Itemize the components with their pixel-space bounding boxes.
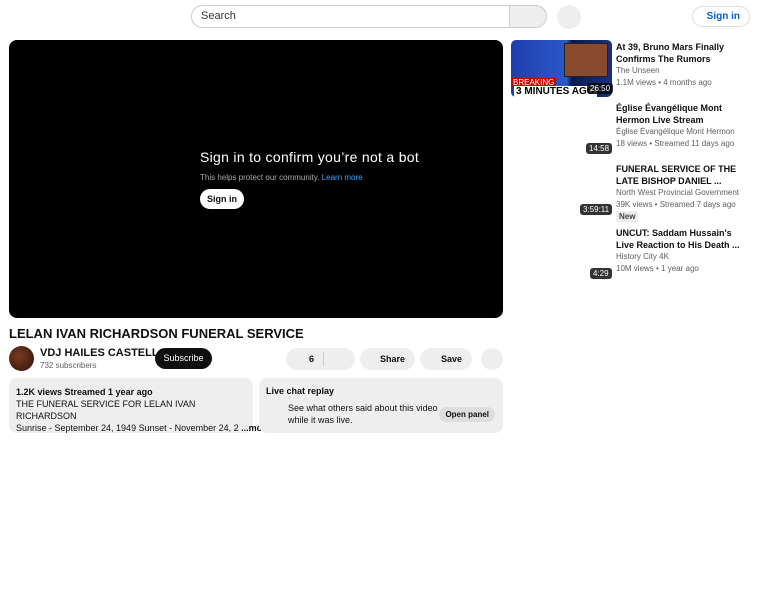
- share-button[interactable]: Share: [360, 348, 415, 370]
- recommendation-channel[interactable]: History City 4K: [616, 251, 741, 263]
- save-button[interactable]: Save: [420, 348, 472, 370]
- live-chat-text: See what others said about this video wh…: [288, 403, 438, 425]
- recommendation-meta: 18 views • Streamed 11 days ago: [616, 139, 735, 148]
- recommendation-item[interactable]: FUNERAL SERVICE OF THE LATE BISHOP DANIE…: [616, 163, 739, 222]
- video-duration: 3:59:11: [580, 204, 613, 215]
- recommendation-channel[interactable]: North West Provincial Government: [616, 187, 739, 199]
- recommendation-meta: 1.1M views • 4 months ago: [616, 78, 712, 87]
- like-dislike-button[interactable]: 6: [286, 348, 355, 370]
- recommendation-channel[interactable]: The Unseen: [616, 65, 738, 77]
- recommendation-title[interactable]: UNCUT: Saddam Hussain's Live Reaction to…: [616, 227, 741, 251]
- thumbnail-caption: 3 MINUTES AGO: [514, 86, 597, 97]
- live-chat-box: Live chat replay See what others said ab…: [259, 378, 503, 433]
- recommendation-item[interactable]: UNCUT: Saddam Hussain's Live Reaction to…: [616, 227, 741, 275]
- more-actions-button[interactable]: [481, 348, 503, 370]
- thumbnail-inset: [564, 43, 608, 77]
- recommendation-title[interactable]: Église Évangélique Mont Hermon Live Stre…: [616, 102, 738, 126]
- learn-more-link[interactable]: Learn more: [322, 173, 363, 182]
- recommendation-title[interactable]: At 39, Bruno Mars Finally Confirms The R…: [616, 41, 738, 65]
- channel-avatar[interactable]: [9, 346, 34, 371]
- description-line: THE FUNERAL SERVICE FOR LELAN IVAN RICHA…: [16, 399, 196, 421]
- player-message-title: Sign in to confirm you’re not a bot: [200, 149, 420, 165]
- recommendation-item[interactable]: Église Évangélique Mont Hermon Live Stre…: [616, 102, 738, 150]
- open-panel-button[interactable]: Open panel: [439, 407, 495, 422]
- video-duration: 26:50: [587, 83, 614, 94]
- new-badge: New: [616, 211, 639, 222]
- player-subtitle-text: This helps protect our community.: [200, 173, 320, 182]
- recommendation-channel[interactable]: Église Évangélique Mont Hermon: [616, 126, 738, 138]
- channel-name[interactable]: VDJ HAILES CASTELLO: [40, 347, 167, 359]
- live-chat-title: Live chat replay: [266, 386, 335, 396]
- search-input[interactable]: Search: [191, 5, 510, 28]
- voice-search-button[interactable]: [557, 5, 581, 29]
- description-line: Sunrise - September 24, 1949 Sunset - No…: [16, 423, 239, 433]
- header-sign-in-button[interactable]: Sign in: [692, 6, 750, 27]
- player-message-subtitle: This helps protect our community. Learn …: [200, 173, 363, 182]
- recommendation-title[interactable]: FUNERAL SERVICE OF THE LATE BISHOP DANIE…: [616, 163, 738, 187]
- video-meta: 1.2K views Streamed 1 year ago: [16, 387, 153, 397]
- video-title: LELAN IVAN RICHARDSON FUNERAL SERVICE: [9, 326, 304, 341]
- subscriber-count: 732 subscribers: [40, 361, 97, 370]
- description-box[interactable]: 1.2K views Streamed 1 year ago THE FUNER…: [9, 378, 271, 433]
- divider: [323, 352, 324, 366]
- recommendation-meta: 39K views • Streamed 7 days ago: [616, 200, 736, 209]
- video-duration: 4:29: [590, 268, 612, 279]
- like-count[interactable]: 6: [309, 348, 314, 370]
- recommendation-meta: 10M views • 1 year ago: [616, 264, 699, 273]
- recommendation-item[interactable]: At 39, Bruno Mars Finally Confirms The R…: [616, 41, 738, 89]
- video-duration: 14:58: [586, 143, 613, 154]
- player-sign-in-button[interactable]: Sign in: [200, 189, 244, 209]
- subscribe-button[interactable]: Subscribe: [155, 348, 212, 369]
- search-button[interactable]: [509, 5, 547, 28]
